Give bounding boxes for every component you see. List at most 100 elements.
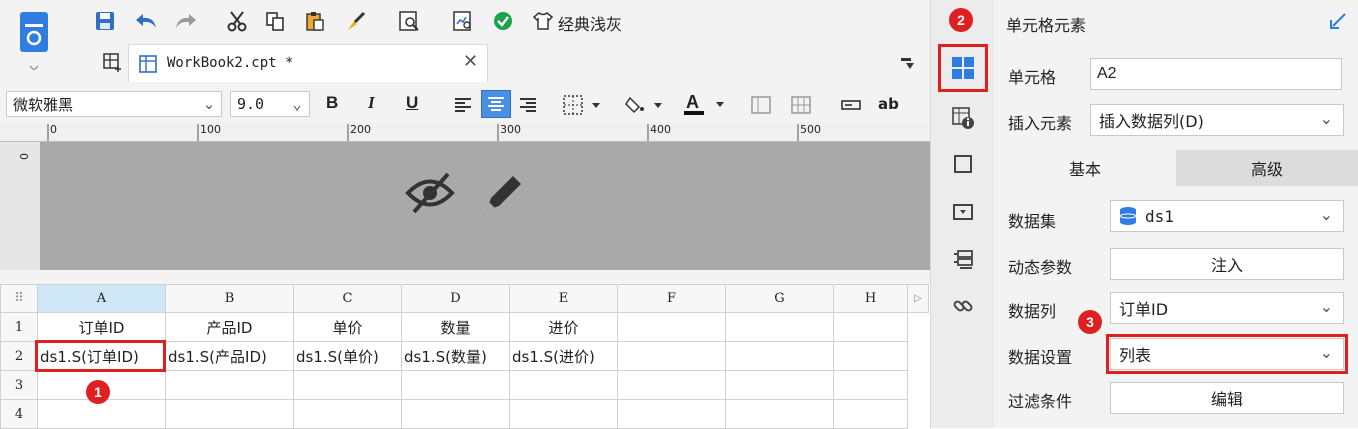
cell-b2[interactable]: ds1.S(产品ID): [165, 341, 294, 371]
cell-h1[interactable]: [833, 312, 908, 342]
dataset-select[interactable]: ds1 ⌄: [1110, 200, 1344, 232]
cut-icon[interactable]: [224, 8, 250, 34]
cell-f3[interactable]: [617, 370, 726, 400]
paste-icon[interactable]: [302, 8, 328, 34]
cell-g2[interactable]: [725, 341, 834, 371]
cell-d1[interactable]: 数量: [401, 312, 510, 342]
cell-input[interactable]: A2: [1090, 58, 1342, 90]
cell-g1[interactable]: [725, 312, 834, 342]
border-icon[interactable]: [560, 92, 608, 118]
theme-label[interactable]: 经典浅灰: [558, 11, 622, 35]
cell-f4[interactable]: [617, 399, 726, 429]
edit-pencil-icon[interactable]: [478, 168, 528, 218]
widget-icon[interactable]: [949, 198, 977, 226]
cell-e1[interactable]: 进价: [509, 312, 618, 342]
column-header[interactable]: D: [401, 284, 510, 313]
italic-button[interactable]: I: [368, 93, 375, 113]
row-number[interactable]: 4: [0, 399, 38, 429]
row-number[interactable]: 3: [0, 370, 38, 400]
copy-icon[interactable]: [262, 8, 288, 34]
row-number[interactable]: 2: [0, 341, 38, 371]
theme-shirt-icon[interactable]: [530, 8, 556, 34]
cell-a1[interactable]: 订单ID: [37, 312, 166, 342]
cell-d4[interactable]: [401, 399, 510, 429]
inject-button[interactable]: 注入: [1110, 248, 1344, 280]
column-header[interactable]: G: [725, 284, 834, 313]
cell-h2[interactable]: [833, 341, 908, 371]
align-left-icon[interactable]: [450, 92, 476, 118]
cell-element-icon[interactable]: [949, 54, 977, 82]
cell-e4[interactable]: [509, 399, 618, 429]
preview-icon[interactable]: [396, 8, 422, 34]
cell-b3[interactable]: [165, 370, 294, 400]
font-color-icon[interactable]: A: [680, 90, 730, 118]
redo-icon[interactable]: [172, 8, 200, 34]
table-row: 1 订单ID 产品ID 单价 数量 进价: [0, 312, 929, 342]
report-body-area[interactable]: [40, 142, 930, 270]
cell-d3[interactable]: [401, 370, 510, 400]
font-size-select[interactable]: 9.0 ⌄: [230, 91, 310, 117]
cell-g3[interactable]: [725, 370, 834, 400]
undo-icon[interactable]: [132, 8, 160, 34]
hyperlink-icon[interactable]: [949, 292, 977, 320]
column-header[interactable]: B: [165, 284, 294, 313]
property-icon-bar: 2: [930, 0, 994, 428]
align-right-icon[interactable]: [515, 92, 541, 118]
ruler-tick: 100: [200, 123, 221, 136]
column-header[interactable]: E: [509, 284, 618, 313]
save-icon[interactable]: [92, 8, 118, 34]
tab-workbook2[interactable]: WorkBook2.cpt * ✕: [128, 44, 488, 82]
cell-c1[interactable]: 单价: [293, 312, 402, 342]
cell-b4[interactable]: [165, 399, 294, 429]
tab-close-icon[interactable]: ✕: [463, 51, 478, 72]
insert-element-select[interactable]: 插入数据列(D) ⌄: [1090, 104, 1344, 136]
cell-d2[interactable]: ds1.S(数量): [401, 341, 510, 371]
cell-h4[interactable]: [833, 399, 908, 429]
cell-f1[interactable]: [617, 312, 726, 342]
cell-c2[interactable]: ds1.S(单价): [293, 341, 402, 371]
text-ab-button[interactable]: ab: [878, 95, 899, 113]
tab-advanced[interactable]: 高级: [1176, 150, 1358, 186]
cell-style-icon[interactable]: [949, 150, 977, 178]
dataset-value: ds1: [1145, 206, 1174, 226]
column-header[interactable]: F: [617, 284, 726, 313]
tab-basic[interactable]: 基本: [994, 150, 1176, 186]
row-number[interactable]: 1: [0, 312, 38, 342]
textfield-icon[interactable]: [838, 92, 864, 118]
column-header[interactable]: A: [37, 284, 166, 313]
merge-cells-icon[interactable]: [748, 92, 774, 118]
split-cells-icon[interactable]: [788, 92, 814, 118]
cell-h3[interactable]: [833, 370, 908, 400]
chart-search-icon[interactable]: [450, 8, 476, 34]
bold-button[interactable]: B: [326, 93, 338, 113]
app-logo-icon[interactable]: [14, 8, 54, 72]
condition-attribute-icon[interactable]: [949, 246, 977, 274]
fill-color-icon[interactable]: [622, 92, 670, 118]
cell-c3[interactable]: [293, 370, 402, 400]
cell-g4[interactable]: [725, 399, 834, 429]
tab-menu-icon[interactable]: [896, 52, 918, 74]
cell-f2[interactable]: [617, 341, 726, 371]
cell-a4[interactable]: [37, 399, 166, 429]
align-center-icon[interactable]: [481, 90, 511, 118]
column-header[interactable]: C: [293, 284, 402, 313]
column-header[interactable]: H: [833, 284, 908, 313]
hidden-eye-icon[interactable]: [402, 168, 458, 218]
cell-e2[interactable]: ds1.S(进价): [509, 341, 618, 371]
collapse-arrow-icon[interactable]: [1326, 10, 1350, 32]
grid-add-icon[interactable]: [100, 50, 124, 74]
cell-c4[interactable]: [293, 399, 402, 429]
cell-e3[interactable]: [509, 370, 618, 400]
step-badge-2: 2: [949, 8, 973, 32]
format-brush-icon[interactable]: [342, 8, 368, 34]
data-column-select[interactable]: 订单ID ⌄: [1110, 292, 1344, 324]
select-all-corner[interactable]: ⠿: [0, 284, 38, 313]
column-menu-icon[interactable]: ▷: [907, 284, 929, 313]
filter-label: 过滤条件: [1008, 392, 1073, 411]
underline-button[interactable]: U: [406, 93, 418, 113]
cell-attribute-icon[interactable]: [949, 104, 977, 132]
edit-filter-button[interactable]: 编辑: [1110, 382, 1344, 414]
check-icon[interactable]: [490, 8, 516, 34]
cell-b1[interactable]: 产品ID: [165, 312, 294, 342]
font-name-select[interactable]: 微软雅黑 ⌄: [6, 91, 222, 117]
